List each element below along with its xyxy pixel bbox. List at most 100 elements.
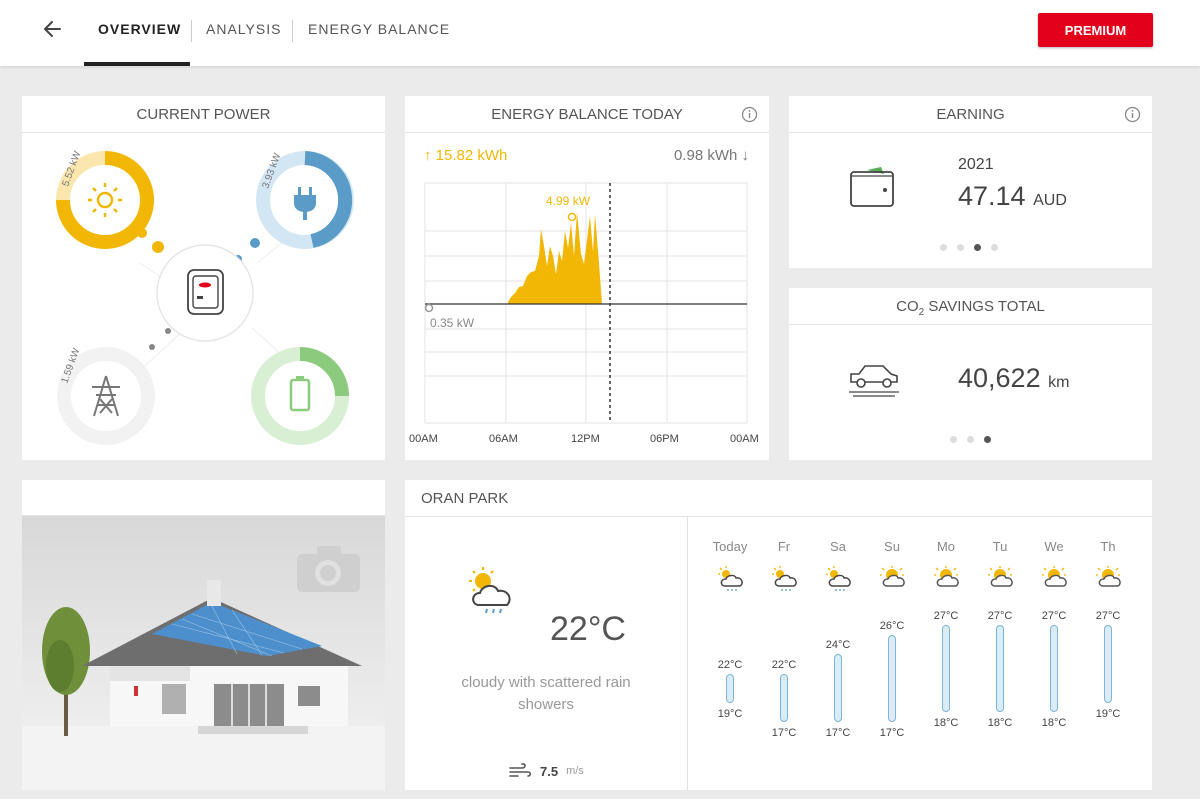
forecast-low-temp: 17°C — [825, 727, 851, 739]
peak-label: 4.99 kW — [546, 194, 591, 208]
current-temperature: 22°C — [550, 610, 626, 648]
flow-dot — [152, 241, 164, 253]
card-title: EARNING — [789, 96, 1152, 133]
sun-cloud-rain-icon — [772, 566, 797, 591]
card-title: ENERGY BALANCE TODAY — [405, 96, 769, 133]
forecast-low-temp: 19°C — [717, 707, 743, 720]
co2-pager — [950, 436, 991, 443]
info-icon[interactable] — [741, 106, 758, 123]
energy-balance-card: ENERGY BALANCE TODAY ↑ 15.82 kWh 0.98 kW… — [405, 96, 769, 460]
premium-button[interactable]: PREMIUM — [1038, 13, 1153, 47]
pager-dot[interactable] — [967, 436, 974, 443]
power-flow-diagram: 5.52 kW 3.93 kW 1.59 kW — [56, 149, 354, 445]
forecast-day[interactable]: Fr 22°C 17°C — [759, 517, 809, 787]
back-arrow-icon[interactable] — [40, 16, 66, 42]
x-axis-label: 06PM — [650, 433, 679, 445]
grid-gauge[interactable]: 1.59 kW — [57, 346, 155, 445]
flow-dot — [149, 344, 155, 350]
forecast-high-temp: 24°C — [825, 639, 851, 652]
flow-dot — [165, 328, 171, 334]
temperature-range-bar — [834, 654, 842, 722]
weather-location: ORAN PARK — [405, 480, 1152, 517]
forecast-low-temp: 17°C — [879, 727, 905, 739]
energy-balance-chart[interactable]: 4.99 kW 0.35 kW — [405, 176, 769, 446]
active-tab-indicator — [84, 62, 190, 66]
forecast-day-name: Tu — [992, 539, 1008, 554]
weather-description: cloudy with scattered rain showers — [461, 674, 631, 713]
earning-card[interactable]: EARNING 2021 47.14 AUD — [789, 96, 1152, 268]
house-photo — [22, 516, 385, 790]
earning-currency: AUD — [1033, 192, 1067, 209]
sun-cloud-icon — [934, 566, 959, 587]
current-weather-panel: 22°C cloudy with scattered rain showers … — [405, 517, 688, 790]
forecast-day-name: Th — [1100, 539, 1116, 554]
inverter-icon — [187, 269, 224, 315]
peak-marker — [567, 212, 577, 222]
earning-amount: 47.14 AUD — [958, 181, 1067, 212]
low-marker — [424, 303, 434, 313]
pager-dot[interactable] — [940, 244, 947, 251]
sun-cloud-rain-icon — [826, 566, 851, 591]
sun-cloud-icon — [1042, 566, 1067, 587]
forecast-day[interactable]: Today 22°C 19°C — [705, 517, 755, 787]
sun-cloud-rain-icon — [718, 566, 743, 591]
x-axis-label: 00AM — [730, 433, 759, 445]
tab-overview[interactable]: OVERVIEW — [98, 21, 181, 37]
forecast-day-name: Su — [884, 539, 900, 554]
card-title: CURRENT POWER — [22, 96, 385, 133]
forecast-day[interactable]: Su 26°C 17°C — [867, 517, 917, 787]
pager-dot[interactable] — [950, 436, 957, 443]
temperature-range-bar — [1104, 625, 1112, 703]
sun-cloud-rain-icon — [469, 567, 511, 614]
temperature-range-bar — [888, 634, 896, 722]
tab-analysis[interactable]: ANALYSIS — [206, 21, 281, 37]
house-image-card[interactable] — [22, 480, 385, 790]
current-power-card: CURRENT POWER 5.52 kW 3.93 kW 1.59 kW — [22, 96, 385, 460]
forecast-day[interactable]: We 27°C 18°C — [1029, 517, 1079, 787]
sun-cloud-icon — [988, 566, 1013, 587]
forecast-day[interactable]: Tu 27°C 18°C — [975, 517, 1025, 787]
info-icon[interactable] — [1124, 106, 1141, 123]
energy-produced-value: ↑ 15.82 kWh — [424, 147, 508, 164]
forecast-low-temp: 17°C — [771, 727, 797, 739]
tab-divider — [292, 20, 293, 42]
weather-card: ORAN PARK 22°C cloudy with scattered rai… — [405, 480, 1152, 790]
pager-dot[interactable] — [991, 244, 998, 251]
temperature-range-bar — [780, 673, 788, 722]
tab-energy-balance[interactable]: ENERGY BALANCE — [308, 21, 450, 37]
x-axis-label: 12PM — [571, 433, 600, 445]
low-label: 0.35 kW — [430, 316, 475, 330]
sun-cloud-icon — [880, 566, 905, 587]
consumption-gauge[interactable]: 3.93 kW — [256, 151, 354, 249]
forecast-low-temp: 18°C — [1041, 717, 1067, 730]
pager-dot-active[interactable] — [974, 244, 981, 251]
forecast-panel: Today 22°C 19°C Fr 22°C 17°C Sa 24°C 17°C Su 26°C 1… — [705, 517, 1145, 790]
card-title: CO2 SAVINGS TOTAL — [789, 288, 1152, 325]
co2-savings-card[interactable]: CO2 SAVINGS TOTAL 40,622 km — [789, 288, 1152, 460]
temperature-range-bar — [1050, 625, 1058, 713]
x-axis-label: 00AM — [409, 433, 438, 445]
co2-title-suffix: SAVINGS TOTAL — [924, 298, 1045, 315]
forecast-day[interactable]: Sa 24°C 17°C — [813, 517, 863, 787]
co2-savings-value: 40,622 km — [958, 363, 1069, 394]
battery-gauge[interactable] — [251, 347, 349, 445]
forecast-high-temp: 22°C — [771, 658, 797, 671]
co2-title-prefix: CO — [896, 298, 919, 315]
forecast-day-name: Mo — [936, 539, 956, 554]
temperature-range-bar — [996, 625, 1004, 713]
forecast-high-temp: 26°C — [879, 619, 905, 632]
forecast-day[interactable]: Th 27°C 19°C — [1083, 517, 1133, 787]
forecast-day[interactable]: Mo 27°C 18°C — [921, 517, 971, 787]
tab-divider — [191, 20, 192, 42]
wind-speed-value: 7.5 — [540, 763, 559, 779]
pager-dot[interactable] — [957, 244, 964, 251]
inverter-node[interactable] — [156, 244, 254, 342]
co2-value: 40,622 — [958, 363, 1041, 393]
pager-dot-active[interactable] — [984, 436, 991, 443]
pv-production-gauge[interactable]: 5.52 kW — [56, 149, 154, 249]
wallet-icon — [850, 167, 894, 207]
earning-amount-value: 47.14 — [958, 181, 1026, 211]
forecast-day-name: Fr — [777, 539, 791, 554]
forecast-day-name: We — [1044, 539, 1064, 554]
top-navigation-bar: OVERVIEW ANALYSIS ENERGY BALANCE PREMIUM — [0, 0, 1200, 66]
